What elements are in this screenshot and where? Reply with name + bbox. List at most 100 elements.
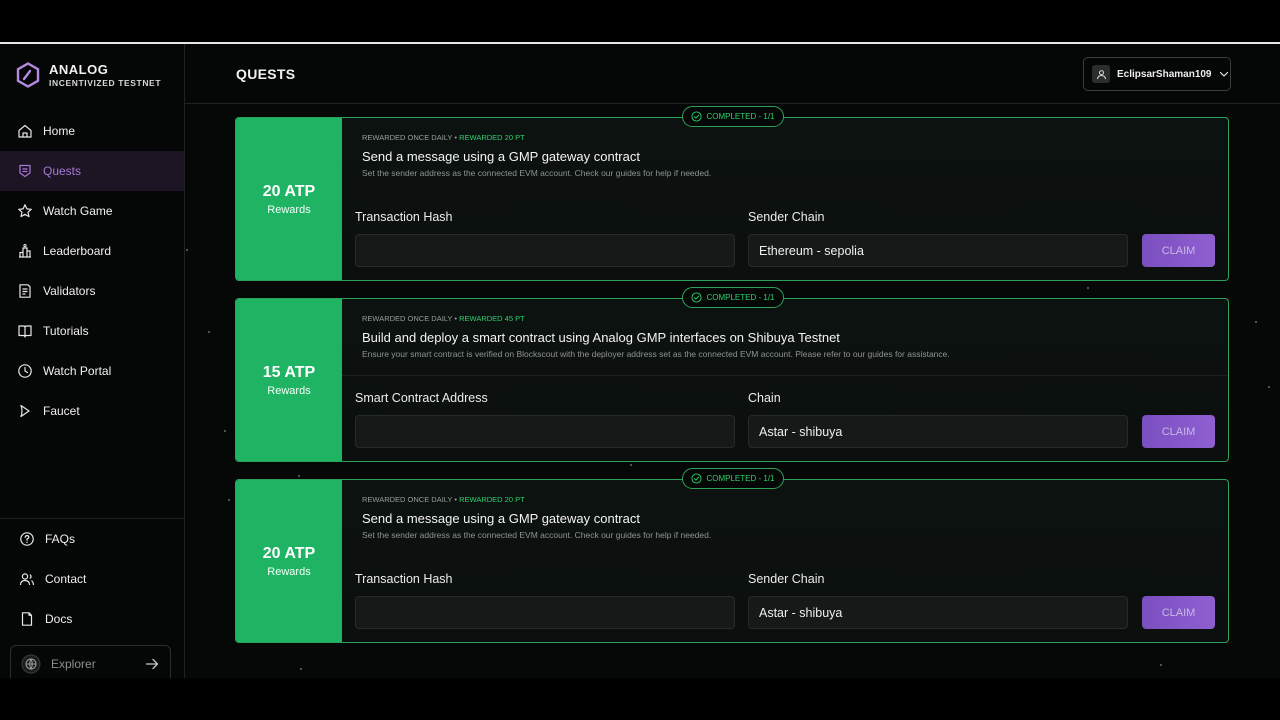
meta-separator: • <box>454 314 458 323</box>
chevron-down-icon <box>1219 71 1228 77</box>
sidebar-item-label: Watch Game <box>43 204 113 218</box>
star-dot <box>298 475 300 477</box>
sidebar-item-contact[interactable]: Contact <box>0 559 184 599</box>
sidebar-item-label: Tutorials <box>43 324 89 338</box>
sidebar: ANALOG INCENTIVIZED TESTNET Home Quests <box>0 44 185 678</box>
explorer-button[interactable]: Explorer <box>10 645 171 678</box>
quests-icon <box>17 163 33 179</box>
completed-text: COMPLETED - 1/1 <box>706 112 775 121</box>
transaction-hash-input[interactable] <box>355 596 735 629</box>
meta-separator: • <box>454 133 458 142</box>
sidebar-item-label: Quests <box>43 164 82 178</box>
chain-label: Chain <box>748 391 781 405</box>
claim-button[interactable]: CLAIM <box>1142 596 1215 629</box>
app-window: ANALOG INCENTIVIZED TESTNET Home Quests <box>0 44 1280 678</box>
faucet-icon <box>17 403 33 419</box>
completed-badge: COMPLETED - 1/1 <box>682 468 784 489</box>
clock-icon <box>17 363 33 379</box>
globe-icon <box>21 654 41 674</box>
transaction-hash-label: Transaction Hash <box>355 210 453 224</box>
brand-text: ANALOG INCENTIVIZED TESTNET <box>49 63 161 88</box>
quest-description: Set the sender address as the connected … <box>362 168 712 178</box>
reward-frequency: REWARDED ONCE DAILY <box>362 314 453 323</box>
sidebar-item-watch-portal[interactable]: Watch Portal <box>0 351 184 391</box>
reward-frequency: REWARDED ONCE DAILY <box>362 495 453 504</box>
star-dot <box>208 331 210 333</box>
star-dot <box>1255 321 1257 323</box>
sender-chain-label: Sender Chain <box>748 572 825 586</box>
completed-badge: COMPLETED - 1/1 <box>682 106 784 127</box>
sender-chain-field[interactable]: Astar - shibuya <box>748 596 1128 629</box>
sidebar-item-watch-game[interactable]: Watch Game <box>0 191 184 231</box>
sidebar-item-label: Validators <box>43 284 96 298</box>
brand[interactable]: ANALOG INCENTIVIZED TESTNET <box>15 62 161 88</box>
quest-title: Send a message using a GMP gateway contr… <box>362 149 640 164</box>
brand-name: ANALOG <box>49 61 109 77</box>
star-dot <box>186 249 188 251</box>
sidebar-item-leaderboard[interactable]: Leaderboard <box>0 231 184 271</box>
sidebar-item-label: FAQs <box>45 532 76 546</box>
page-header: QUESTS EclipsarShaman109 <box>185 44 1280 104</box>
sidebar-item-quests[interactable]: Quests <box>0 151 184 191</box>
sender-chain-field[interactable]: Ethereum - sepolia <box>748 234 1128 267</box>
star-dot <box>1160 664 1162 666</box>
reward-label: Rewards <box>267 565 311 578</box>
reward-amount: 15 ATP <box>262 363 316 381</box>
validators-icon <box>17 283 33 299</box>
star-dot <box>1087 287 1089 289</box>
star-dot <box>224 430 226 432</box>
sender-chain-label: Sender Chain <box>748 210 825 224</box>
contact-icon <box>19 571 35 587</box>
sidebar-item-docs[interactable]: Docs <box>0 599 184 639</box>
sidebar-item-faqs[interactable]: FAQs <box>0 519 184 559</box>
claim-button[interactable]: CLAIM <box>1142 234 1215 267</box>
reward-label: Rewards <box>267 384 311 397</box>
sidebar-item-label: Faucet <box>43 404 80 418</box>
check-circle-icon <box>691 292 703 303</box>
user-menu-button[interactable]: EclipsarShaman109 <box>1083 57 1231 91</box>
quest-card: 15 ATP Rewards COMPLETED - 1/1 REWARDED … <box>235 287 1229 462</box>
bottom-letterbox <box>0 678 1280 720</box>
smart-contract-address-input[interactable] <box>355 415 735 448</box>
arrow-right-icon <box>145 658 159 670</box>
brand-subtitle: INCENTIVIZED TESTNET <box>49 77 162 88</box>
claim-button[interactable]: CLAIM <box>1142 415 1215 448</box>
reward-amount: 20 ATP <box>262 182 316 200</box>
reward-panel: 20 ATP Rewards <box>236 480 342 642</box>
analog-logo-icon <box>16 62 40 88</box>
smart-contract-address-label: Smart Contract Address <box>355 391 488 405</box>
reward-amount: 20 ATP <box>262 544 316 562</box>
quest-title: Send a message using a GMP gateway contr… <box>362 511 640 526</box>
reward-panel: 20 ATP Rewards <box>236 118 342 280</box>
home-icon <box>17 123 33 139</box>
sidebar-secondary-nav: FAQs Contact Docs <box>0 519 184 639</box>
star-icon <box>17 203 33 219</box>
completed-badge: COMPLETED - 1/1 <box>682 287 784 308</box>
top-letterbox <box>0 0 1280 42</box>
quest-card: 20 ATP Rewards COMPLETED - 1/1 REWARDED … <box>235 106 1229 281</box>
sidebar-nav: Home Quests Watch Game Leaderboard Valid… <box>0 111 184 431</box>
user-icon <box>1092 65 1110 83</box>
reward-label: Rewards <box>267 203 311 216</box>
sidebar-item-label: Docs <box>45 612 73 626</box>
reward-points: REWARDED 20 PT <box>459 133 525 142</box>
chain-field[interactable]: Astar - shibuya <box>748 415 1128 448</box>
sidebar-item-home[interactable]: Home <box>0 111 184 151</box>
reward-points: REWARDED 45 PT <box>459 314 525 323</box>
transaction-hash-label: Transaction Hash <box>355 572 453 586</box>
sidebar-item-tutorials[interactable]: Tutorials <box>0 311 184 351</box>
quest-description: Set the sender address as the connected … <box>362 530 712 540</box>
star-dot <box>300 668 302 670</box>
sidebar-item-label: Contact <box>45 572 87 586</box>
quest-meta: REWARDED ONCE DAILY • REWARDED 20 PT <box>362 495 525 504</box>
check-circle-icon <box>691 473 703 484</box>
sidebar-item-faucet[interactable]: Faucet <box>0 391 184 431</box>
check-circle-icon <box>691 111 703 122</box>
leaderboard-icon <box>17 243 33 259</box>
sidebar-item-validators[interactable]: Validators <box>0 271 184 311</box>
sidebar-item-label: Watch Portal <box>43 364 112 378</box>
docs-icon <box>19 611 35 627</box>
transaction-hash-input[interactable] <box>355 234 735 267</box>
quest-title: Build and deploy a smart contract using … <box>362 330 840 345</box>
help-icon <box>19 531 35 547</box>
